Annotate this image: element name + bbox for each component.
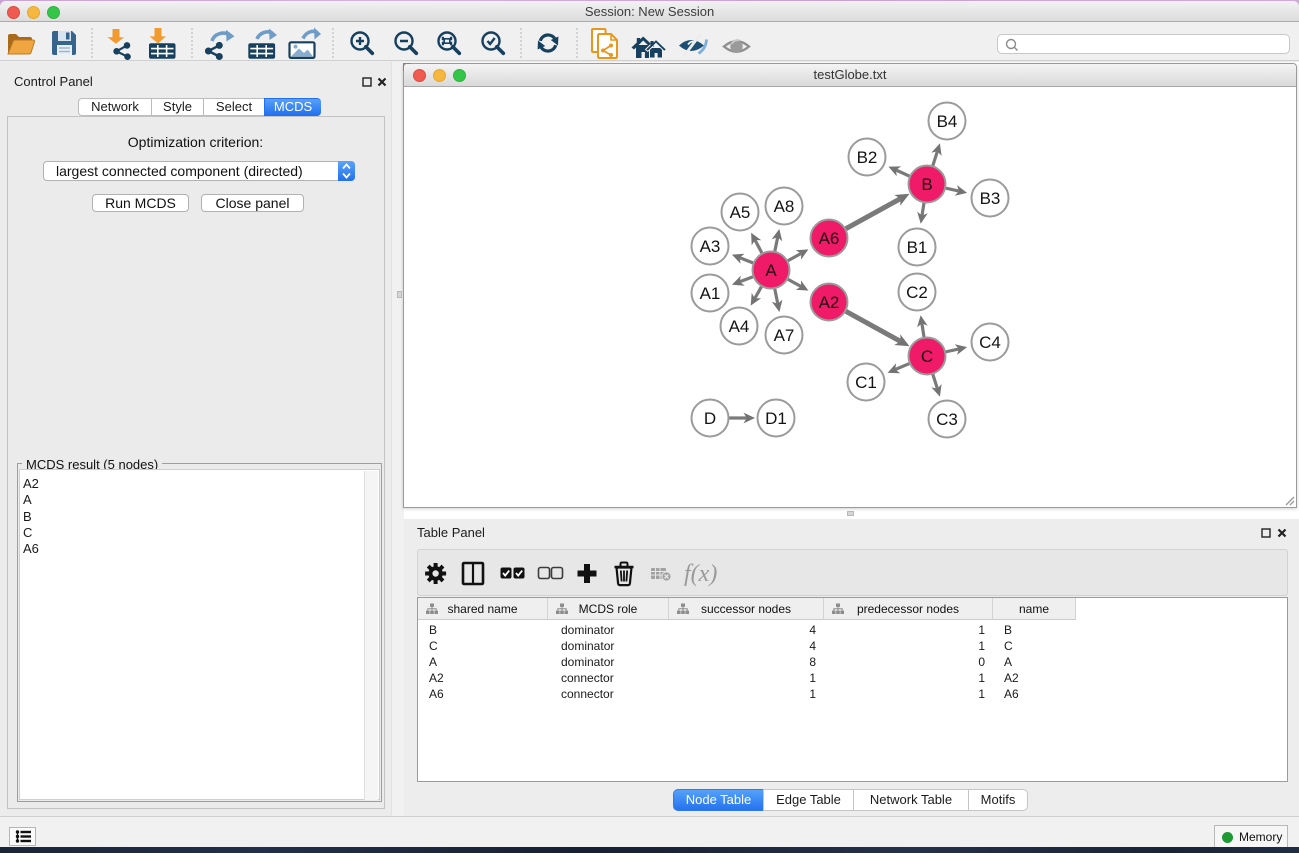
svg-text:B2: B2 <box>857 148 878 167</box>
svg-text:C2: C2 <box>906 283 928 302</box>
svg-text:A6: A6 <box>819 229 840 248</box>
svg-text:A7: A7 <box>774 326 795 345</box>
svg-text:A5: A5 <box>730 203 751 222</box>
svg-text:f(x): f(x) <box>684 561 717 587</box>
svg-text:A8: A8 <box>774 197 795 216</box>
svg-text:A1: A1 <box>700 284 721 303</box>
svg-text:A2: A2 <box>819 293 840 312</box>
svg-text:A3: A3 <box>700 237 721 256</box>
svg-text:D1: D1 <box>765 409 787 428</box>
svg-text:A: A <box>765 261 777 280</box>
svg-text:B4: B4 <box>937 112 958 131</box>
svg-text:B: B <box>921 175 932 194</box>
svg-text:B3: B3 <box>980 189 1001 208</box>
svg-text:A4: A4 <box>729 317 750 336</box>
svg-text:C3: C3 <box>936 410 958 429</box>
svg-text:D: D <box>704 409 716 428</box>
svg-text:C: C <box>921 347 933 366</box>
svg-text:B1: B1 <box>907 238 928 257</box>
svg-text:C4: C4 <box>979 333 1001 352</box>
svg-text:C1: C1 <box>855 373 877 392</box>
